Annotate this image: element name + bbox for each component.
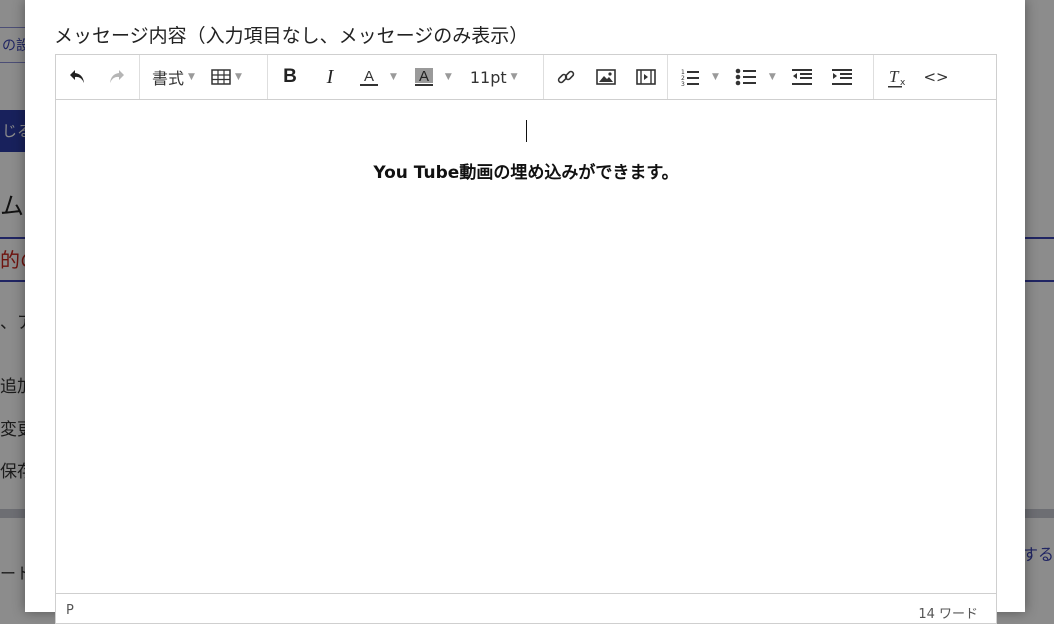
text-color-dropdown[interactable]: A ▼ (358, 62, 397, 92)
rich-text-editor: 書式 ▼ ▼ B I A ▼ A ▼ 11pt ▼ 1 2 3 ▼ ▼ T x … (55, 54, 997, 624)
indent-button[interactable] (830, 62, 854, 92)
chevron-down-icon: ▼ (712, 72, 719, 82)
insert-group (544, 55, 668, 99)
svg-text:3: 3 (681, 81, 685, 87)
italic-icon: I (326, 65, 334, 88)
message-dialog: メッセージ内容（入力項目なし、メッセージのみ表示） 書式 ▼ ▼ B I A ▼… (25, 0, 1025, 624)
undo-icon (70, 70, 84, 83)
word-count: 14 ワード (918, 607, 978, 622)
text-cursor (526, 120, 527, 142)
redo-button[interactable] (104, 62, 128, 92)
history-group (56, 55, 140, 99)
media-button[interactable] (634, 62, 658, 92)
numbered-list-icon: 123 (681, 69, 699, 87)
outdent-icon (791, 69, 812, 85)
editor-toolbar: 書式 ▼ ▼ B I A ▼ A ▼ 11pt ▼ 1 2 3 ▼ ▼ T x … (56, 55, 996, 100)
link-icon (557, 70, 575, 84)
chevron-down-icon: ▼ (768, 72, 776, 82)
font-size-dropdown[interactable]: 11pt ▼ (470, 62, 518, 92)
chevron-down-icon: ▼ (390, 72, 397, 82)
chevron-down-icon: ▼ (510, 72, 518, 82)
chevron-down-icon: ▼ (444, 72, 452, 82)
background-color-dropdown[interactable]: A ▼ (413, 62, 452, 92)
numbered-list-dropdown[interactable]: 123 ▼ (680, 62, 719, 92)
clear-formatting-button[interactable]: Tx (886, 62, 910, 92)
highlight-color-icon: A (414, 68, 433, 86)
code-icon: <> (923, 68, 949, 86)
format-dropdown[interactable]: 書式 ▼ (152, 62, 195, 92)
bold-button[interactable]: B (280, 62, 300, 92)
source-code-button[interactable]: <> (923, 62, 949, 92)
element-path[interactable]: P (66, 603, 74, 618)
editor-statusbar: P 14 ワード (56, 593, 996, 623)
format-group: 書式 ▼ ▼ (140, 55, 268, 99)
indent-icon (831, 69, 852, 85)
editor-content-area[interactable]: You Tube動画の埋め込みができます。 (56, 100, 996, 593)
image-icon (596, 69, 616, 85)
table-icon (211, 69, 231, 85)
video-icon (636, 69, 656, 85)
link-button[interactable] (554, 62, 578, 92)
text-color-icon: A (360, 68, 378, 86)
format-label: 書式 (152, 69, 185, 88)
misc-group: Tx <> (874, 55, 996, 99)
bullet-list-icon (735, 68, 756, 86)
undo-button[interactable] (66, 62, 90, 92)
redo-icon (110, 70, 124, 83)
svg-text:T: T (889, 67, 900, 86)
chevron-down-icon: ▼ (234, 72, 242, 82)
bold-icon: B (283, 66, 297, 87)
clear-formatting-icon: Tx (888, 67, 906, 88)
field-label: メッセージ内容（入力項目なし、メッセージのみ表示） (54, 25, 529, 47)
italic-button[interactable]: I (320, 62, 340, 92)
outdent-button[interactable] (790, 62, 814, 92)
editor-paragraph[interactable]: You Tube動画の埋め込みができます。 (56, 158, 996, 183)
image-button[interactable] (594, 62, 618, 92)
svg-text:A: A (364, 68, 374, 85)
chevron-down-icon: ▼ (188, 72, 195, 82)
table-dropdown[interactable]: ▼ (211, 62, 242, 92)
svg-text:A: A (419, 68, 429, 85)
list-group: 123 ▼ ▼ (668, 55, 874, 99)
font-size-value: 11pt (469, 67, 507, 87)
bullet-list-dropdown[interactable]: ▼ (735, 62, 776, 92)
text-format-group: B I A ▼ A ▼ 11pt ▼ (268, 55, 544, 99)
